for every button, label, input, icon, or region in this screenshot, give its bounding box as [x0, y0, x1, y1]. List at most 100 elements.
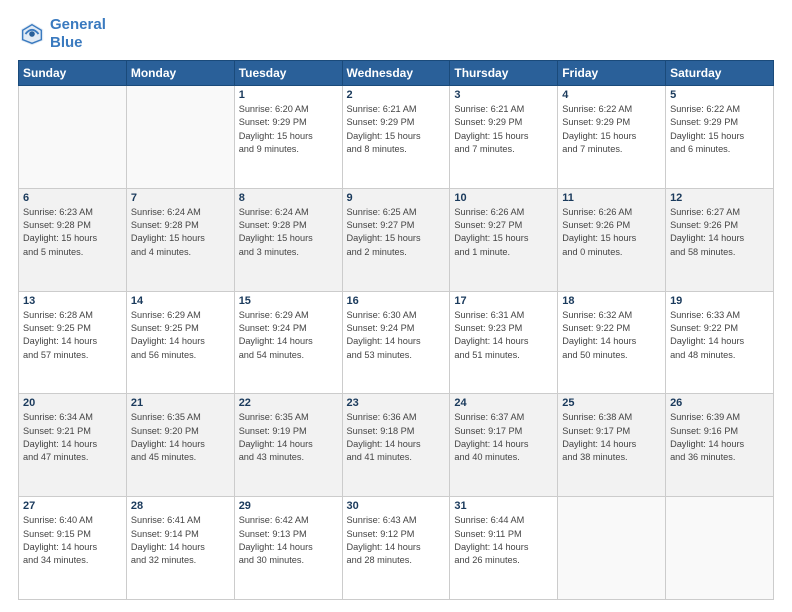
day-number: 24	[454, 397, 553, 409]
day-info: Sunrise: 6:21 AM Sunset: 9:29 PM Dayligh…	[347, 103, 446, 156]
day-info: Sunrise: 6:22 AM Sunset: 9:29 PM Dayligh…	[670, 103, 769, 156]
calendar-week-5: 27Sunrise: 6:40 AM Sunset: 9:15 PM Dayli…	[19, 497, 774, 600]
day-number: 12	[670, 192, 769, 204]
day-number: 29	[239, 500, 338, 512]
day-info: Sunrise: 6:43 AM Sunset: 9:12 PM Dayligh…	[347, 514, 446, 567]
day-number: 14	[131, 295, 230, 307]
day-number: 30	[347, 500, 446, 512]
day-number: 8	[239, 192, 338, 204]
calendar-cell	[126, 86, 234, 189]
day-number: 23	[347, 397, 446, 409]
calendar-cell: 31 Sunrise: 6:44 AM Sunset: 9:11 PM Dayli…	[450, 497, 558, 600]
day-info: Sunrise: 6:26 AM Sunset: 9:27 PM Dayligh…	[454, 206, 553, 259]
day-number: 31	[454, 500, 553, 512]
calendar-cell: 24 Sunrise: 6:37 AM Sunset: 9:17 PM Dayli…	[450, 394, 558, 497]
col-friday: Friday	[558, 61, 666, 86]
calendar-cell: 1Sunrise: 6:20 AM Sunset: 9:29 PM Daylig…	[234, 86, 342, 189]
day-info: Sunrise: 6:22 AM Sunset: 9:29 PM Dayligh…	[562, 103, 661, 156]
calendar-cell: 13 Sunrise: 6:28 AM Sunset: 9:25 PM Dayli…	[19, 291, 127, 394]
calendar-week-3: 13 Sunrise: 6:28 AM Sunset: 9:25 PM Dayli…	[19, 291, 774, 394]
day-info: Sunrise: 6:25 AM Sunset: 9:27 PM Dayligh…	[347, 206, 446, 259]
calendar-cell: 18 Sunrise: 6:32 AM Sunset: 9:22 PM Dayli…	[558, 291, 666, 394]
calendar-header-row: Sunday Monday Tuesday Wednesday Thursday…	[19, 61, 774, 86]
day-number: 6	[23, 192, 122, 204]
day-info: Sunrise: 6:35 AM Sunset: 9:19 PM Dayligh…	[239, 411, 338, 464]
day-info: Sunrise: 6:30 AM Sunset: 9:24 PM Dayligh…	[347, 309, 446, 362]
day-info: Sunrise: 6:29 AM Sunset: 9:25 PM Dayligh…	[131, 309, 230, 362]
day-info: Sunrise: 6:24 AM Sunset: 9:28 PM Dayligh…	[131, 206, 230, 259]
day-number: 4	[562, 89, 661, 101]
day-info: Sunrise: 6:44 AM Sunset: 9:11 PM Dayligh…	[454, 514, 553, 567]
calendar-cell: 7 Sunrise: 6:24 AM Sunset: 9:28 PM Daylig…	[126, 188, 234, 291]
calendar-cell: 3Sunrise: 6:21 AM Sunset: 9:29 PM Daylig…	[450, 86, 558, 189]
day-number: 28	[131, 500, 230, 512]
calendar-cell: 19 Sunrise: 6:33 AM Sunset: 9:22 PM Dayli…	[666, 291, 774, 394]
calendar-week-1: 1Sunrise: 6:20 AM Sunset: 9:29 PM Daylig…	[19, 86, 774, 189]
day-info: Sunrise: 6:38 AM Sunset: 9:17 PM Dayligh…	[562, 411, 661, 464]
day-info: Sunrise: 6:40 AM Sunset: 9:15 PM Dayligh…	[23, 514, 122, 567]
calendar-week-2: 6 Sunrise: 6:23 AM Sunset: 9:28 PM Daylig…	[19, 188, 774, 291]
calendar-cell: 9Sunrise: 6:25 AM Sunset: 9:27 PM Daylig…	[342, 188, 450, 291]
day-info: Sunrise: 6:26 AM Sunset: 9:26 PM Dayligh…	[562, 206, 661, 259]
calendar-cell: 22Sunrise: 6:35 AM Sunset: 9:19 PM Dayli…	[234, 394, 342, 497]
day-number: 16	[347, 295, 446, 307]
calendar-cell: 28Sunrise: 6:41 AM Sunset: 9:14 PM Dayli…	[126, 497, 234, 600]
calendar-cell: 23 Sunrise: 6:36 AM Sunset: 9:18 PM Dayli…	[342, 394, 450, 497]
day-number: 17	[454, 295, 553, 307]
logo-text: General Blue	[50, 16, 106, 52]
day-info: Sunrise: 6:35 AM Sunset: 9:20 PM Dayligh…	[131, 411, 230, 464]
header: General Blue	[18, 16, 774, 52]
day-number: 19	[670, 295, 769, 307]
day-number: 10	[454, 192, 553, 204]
day-number: 15	[239, 295, 338, 307]
day-info: Sunrise: 6:33 AM Sunset: 9:22 PM Dayligh…	[670, 309, 769, 362]
calendar-cell: 5 Sunrise: 6:22 AM Sunset: 9:29 PM Daylig…	[666, 86, 774, 189]
calendar-cell: 14 Sunrise: 6:29 AM Sunset: 9:25 PM Dayli…	[126, 291, 234, 394]
calendar-cell: 4 Sunrise: 6:22 AM Sunset: 9:29 PM Daylig…	[558, 86, 666, 189]
calendar-cell: 17 Sunrise: 6:31 AM Sunset: 9:23 PM Dayli…	[450, 291, 558, 394]
calendar-cell: 10 Sunrise: 6:26 AM Sunset: 9:27 PM Dayli…	[450, 188, 558, 291]
calendar-cell: 8 Sunrise: 6:24 AM Sunset: 9:28 PM Daylig…	[234, 188, 342, 291]
day-info: Sunrise: 6:29 AM Sunset: 9:24 PM Dayligh…	[239, 309, 338, 362]
day-info: Sunrise: 6:37 AM Sunset: 9:17 PM Dayligh…	[454, 411, 553, 464]
day-number: 11	[562, 192, 661, 204]
day-info: Sunrise: 6:31 AM Sunset: 9:23 PM Dayligh…	[454, 309, 553, 362]
page: General Blue Sunday Monday Tuesday Wedne…	[0, 0, 792, 612]
calendar-cell: 15 Sunrise: 6:29 AM Sunset: 9:24 PM Dayli…	[234, 291, 342, 394]
day-number: 7	[131, 192, 230, 204]
calendar-cell: 6 Sunrise: 6:23 AM Sunset: 9:28 PM Daylig…	[19, 188, 127, 291]
col-thursday: Thursday	[450, 61, 558, 86]
calendar-cell: 20Sunrise: 6:34 AM Sunset: 9:21 PM Dayli…	[19, 394, 127, 497]
calendar-cell: 16 Sunrise: 6:30 AM Sunset: 9:24 PM Dayli…	[342, 291, 450, 394]
calendar-cell: 21Sunrise: 6:35 AM Sunset: 9:20 PM Dayli…	[126, 394, 234, 497]
day-info: Sunrise: 6:39 AM Sunset: 9:16 PM Dayligh…	[670, 411, 769, 464]
logo: General Blue	[18, 16, 106, 52]
calendar-cell: 12Sunrise: 6:27 AM Sunset: 9:26 PM Dayli…	[666, 188, 774, 291]
day-number: 25	[562, 397, 661, 409]
day-number: 2	[347, 89, 446, 101]
day-info: Sunrise: 6:36 AM Sunset: 9:18 PM Dayligh…	[347, 411, 446, 464]
calendar-cell: 29 Sunrise: 6:42 AM Sunset: 9:13 PM Dayli…	[234, 497, 342, 600]
calendar: Sunday Monday Tuesday Wednesday Thursday…	[18, 60, 774, 600]
calendar-cell	[666, 497, 774, 600]
day-info: Sunrise: 6:42 AM Sunset: 9:13 PM Dayligh…	[239, 514, 338, 567]
calendar-cell	[558, 497, 666, 600]
day-number: 5	[670, 89, 769, 101]
calendar-week-4: 20Sunrise: 6:34 AM Sunset: 9:21 PM Dayli…	[19, 394, 774, 497]
day-info: Sunrise: 6:21 AM Sunset: 9:29 PM Dayligh…	[454, 103, 553, 156]
day-number: 18	[562, 295, 661, 307]
day-info: Sunrise: 6:32 AM Sunset: 9:22 PM Dayligh…	[562, 309, 661, 362]
calendar-cell: 26 Sunrise: 6:39 AM Sunset: 9:16 PM Dayli…	[666, 394, 774, 497]
calendar-cell: 11 Sunrise: 6:26 AM Sunset: 9:26 PM Dayli…	[558, 188, 666, 291]
col-saturday: Saturday	[666, 61, 774, 86]
col-wednesday: Wednesday	[342, 61, 450, 86]
day-number: 1	[239, 89, 338, 101]
day-info: Sunrise: 6:28 AM Sunset: 9:25 PM Dayligh…	[23, 309, 122, 362]
day-number: 13	[23, 295, 122, 307]
calendar-cell: 27Sunrise: 6:40 AM Sunset: 9:15 PM Dayli…	[19, 497, 127, 600]
day-info: Sunrise: 6:24 AM Sunset: 9:28 PM Dayligh…	[239, 206, 338, 259]
day-info: Sunrise: 6:23 AM Sunset: 9:28 PM Dayligh…	[23, 206, 122, 259]
calendar-cell: 25 Sunrise: 6:38 AM Sunset: 9:17 PM Dayli…	[558, 394, 666, 497]
col-monday: Monday	[126, 61, 234, 86]
day-number: 26	[670, 397, 769, 409]
